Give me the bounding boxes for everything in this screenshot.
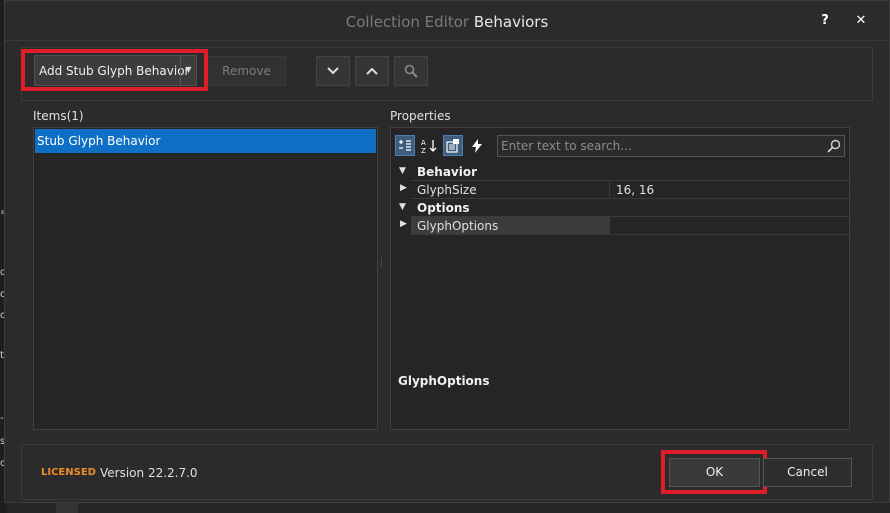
- cancel-button[interactable]: Cancel: [763, 458, 852, 487]
- items-list[interactable]: Stub Glyph Behavior: [33, 127, 378, 430]
- collapse-triangle-icon[interactable]: ▼: [399, 202, 406, 212]
- magnifier-icon: [404, 64, 418, 78]
- category-options[interactable]: ▼ Options: [391, 199, 849, 217]
- remove-button[interactable]: Remove: [207, 56, 286, 86]
- help-button[interactable]: ?: [815, 11, 835, 31]
- properties-label: Properties: [390, 109, 451, 123]
- search-icon: [827, 139, 841, 153]
- move-down-button[interactable]: [316, 56, 350, 86]
- annotation-highlight-ok: [661, 450, 767, 494]
- category-behavior[interactable]: ▼ Behavior: [391, 163, 849, 181]
- items-label: Items(1): [33, 109, 84, 123]
- collapse-triangle-icon[interactable]: ▼: [399, 166, 406, 176]
- title-prefix: Collection Editor: [345, 13, 470, 31]
- property-row-glyphoptions[interactable]: ▶ GlyphOptions: [391, 216, 849, 235]
- category-name: Behavior: [417, 165, 478, 179]
- version-text: Version 22.2.7.0: [100, 466, 198, 480]
- categorized-view-button[interactable]: [395, 135, 415, 156]
- close-button[interactable]: ✕: [851, 11, 871, 31]
- category-name: Options: [417, 201, 470, 215]
- search-toggle-button[interactable]: [394, 56, 428, 86]
- description-title: GlyphOptions: [398, 374, 490, 388]
- property-value[interactable]: 16, 16: [610, 180, 849, 199]
- title-bar[interactable]: Collection Editor Behaviors ? ✕: [5, 1, 889, 41]
- categorized-icon: [399, 139, 411, 151]
- lightning-icon: [472, 138, 482, 153]
- property-search-box[interactable]: [497, 135, 845, 157]
- events-view-button[interactable]: [467, 135, 487, 156]
- splitter-grip[interactable]: ⁝ ⁝: [380, 257, 387, 273]
- property-pages-button[interactable]: [443, 135, 463, 156]
- property-name[interactable]: GlyphOptions: [411, 216, 610, 235]
- property-name[interactable]: GlyphSize: [411, 180, 610, 199]
- annotation-highlight-add: [21, 49, 208, 91]
- property-search-input[interactable]: [498, 136, 818, 156]
- background-app-fragment: [56, 503, 78, 513]
- property-pages-icon: [446, 138, 459, 153]
- title-main: Behaviors: [473, 13, 549, 31]
- expand-arrow-icon[interactable]: ▶: [400, 219, 407, 229]
- move-up-button[interactable]: [355, 56, 389, 86]
- property-value[interactable]: [610, 216, 849, 235]
- property-grid: AZ ▼ Behavior ▶ GlyphSize 16, 16 ▼ Optio…: [390, 127, 850, 430]
- licensed-badge: LICENSED: [41, 467, 96, 478]
- svg-text:A: A: [421, 139, 426, 147]
- svg-text:Z: Z: [421, 147, 426, 154]
- sort-alphabetical-icon: AZ: [421, 139, 437, 154]
- property-row-glyphsize[interactable]: ▶ GlyphSize 16, 16: [391, 180, 849, 199]
- list-item[interactable]: Stub Glyph Behavior: [35, 129, 376, 153]
- chevron-down-icon: [327, 67, 339, 75]
- alphabetical-view-button[interactable]: AZ: [419, 135, 439, 156]
- dialog-title: Collection Editor Behaviors: [5, 13, 889, 31]
- expand-arrow-icon[interactable]: ▶: [400, 183, 407, 193]
- collection-editor-dialog: Collection Editor Behaviors ? ✕ Add Stub…: [4, 0, 890, 503]
- chevron-up-icon: [366, 67, 378, 75]
